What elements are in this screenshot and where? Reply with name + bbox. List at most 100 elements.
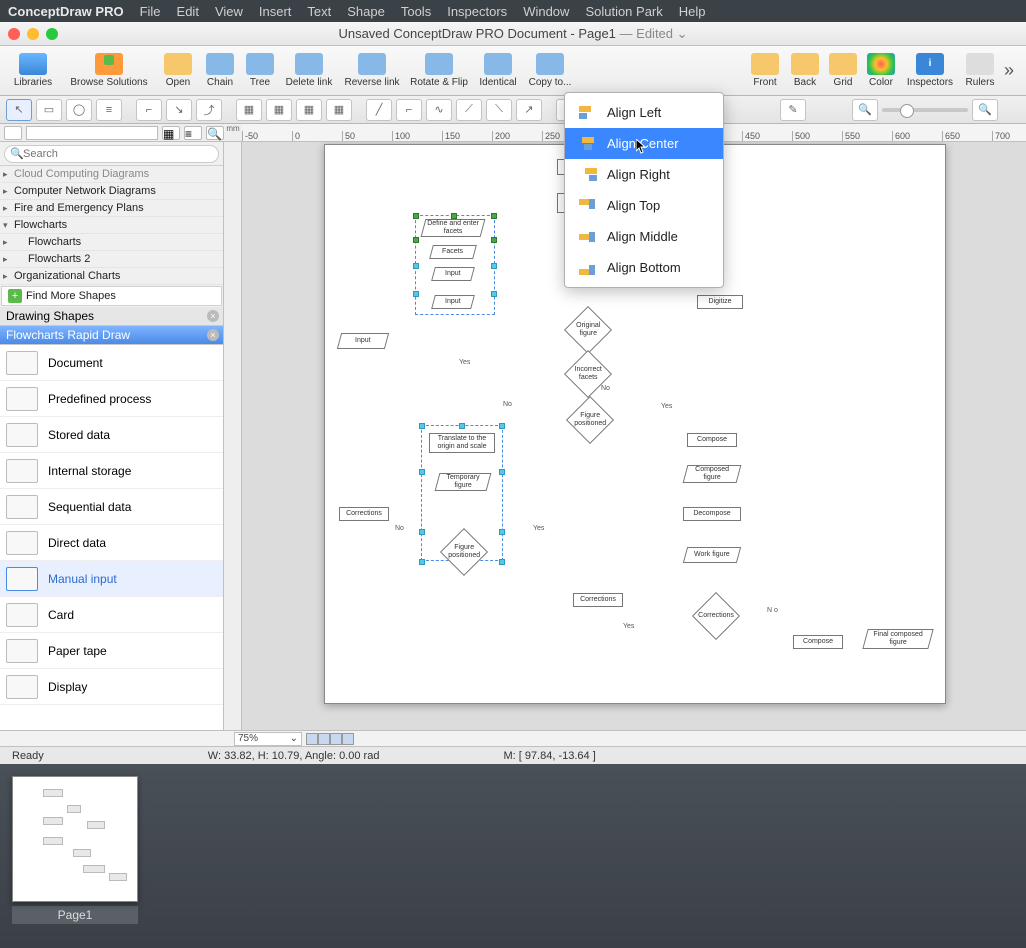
line-4-tool[interactable]: ⟋ xyxy=(456,99,482,121)
delete-link-button[interactable]: Delete link xyxy=(280,47,338,95)
node-input-top[interactable]: Input xyxy=(431,267,475,281)
group-3-tool[interactable]: ▦ xyxy=(296,99,322,121)
section-flowcharts-rapid[interactable]: Flowcharts Rapid Draw × xyxy=(0,326,223,345)
selection-handle[interactable] xyxy=(419,469,425,475)
line-5-tool[interactable]: ⟍ xyxy=(486,99,512,121)
group-2-tool[interactable]: ▦ xyxy=(266,99,292,121)
node-corrections-left[interactable]: Corrections xyxy=(339,507,389,521)
tree-item-org[interactable]: Organizational Charts xyxy=(0,268,223,285)
node-compose-2[interactable]: Compose xyxy=(793,635,843,649)
node-input-left[interactable]: Input xyxy=(337,333,389,349)
reverse-link-button[interactable]: Reverse link xyxy=(340,47,404,95)
tree-item-fire[interactable]: Fire and Emergency Plans xyxy=(0,200,223,217)
selection-handle[interactable] xyxy=(491,237,497,243)
rulers-button[interactable]: Rulers xyxy=(960,47,1000,95)
shape-paper-tape[interactable]: Paper tape xyxy=(0,633,223,669)
line-3-tool[interactable]: ∿ xyxy=(426,99,452,121)
sidebar-search-mini[interactable] xyxy=(26,126,158,140)
selection-handle[interactable] xyxy=(499,559,505,565)
node-figure-positioned[interactable]: Figure positioned xyxy=(566,396,614,444)
libraries-button[interactable]: Libraries xyxy=(6,47,60,95)
selection-handle[interactable] xyxy=(413,263,419,269)
shape-manual-input[interactable]: Manual input xyxy=(0,561,223,597)
shape-predefined-process[interactable]: Predefined process xyxy=(0,381,223,417)
search-input[interactable] xyxy=(4,145,219,163)
menu-inspectors[interactable]: Inspectors xyxy=(447,4,507,19)
inspectors-button[interactable]: iInspectors xyxy=(902,47,958,95)
sidebar-view-grid[interactable]: ▦ xyxy=(162,126,180,140)
node-composed-figure[interactable]: Composed figure xyxy=(683,465,742,483)
tree-item-network[interactable]: Computer Network Diagrams xyxy=(0,183,223,200)
page-nav-first[interactable] xyxy=(306,733,318,745)
connector-2-tool[interactable]: ↘ xyxy=(166,99,192,121)
connector-3-tool[interactable]: ⤴ xyxy=(196,99,222,121)
close-window-button[interactable] xyxy=(8,28,20,40)
selection-handle[interactable] xyxy=(413,213,419,219)
align-left-item[interactable]: Align Left xyxy=(565,97,723,128)
selection-handle[interactable] xyxy=(459,423,465,429)
shape-display[interactable]: Display xyxy=(0,669,223,705)
shape-internal-storage[interactable]: Internal storage xyxy=(0,453,223,489)
selection-handle[interactable] xyxy=(499,469,505,475)
menu-edit[interactable]: Edit xyxy=(177,4,199,19)
shape-stored-data[interactable]: Stored data xyxy=(0,417,223,453)
line-6-tool[interactable]: ↗ xyxy=(516,99,542,121)
node-original-figure[interactable]: Original figure xyxy=(564,306,612,354)
sidebar-toggle-1[interactable] xyxy=(4,126,22,140)
minimize-window-button[interactable] xyxy=(27,28,39,40)
menu-solution-park[interactable]: Solution Park xyxy=(585,4,662,19)
group-1-tool[interactable]: ▦ xyxy=(236,99,262,121)
selection-handle[interactable] xyxy=(419,559,425,565)
node-corrections-diamond[interactable]: Corrections xyxy=(692,592,740,640)
selection-handle[interactable] xyxy=(451,213,457,219)
selection-handle[interactable] xyxy=(413,237,419,243)
node-digitize[interactable]: Digitize xyxy=(697,295,743,309)
selection-handle[interactable] xyxy=(419,423,425,429)
pointer-tool[interactable]: ↖ xyxy=(6,99,32,121)
selection-handle[interactable] xyxy=(491,291,497,297)
grid-button[interactable]: Grid xyxy=(826,47,860,95)
page-nav-last[interactable] xyxy=(342,733,354,745)
line-1-tool[interactable]: ╱ xyxy=(366,99,392,121)
zoom-out-button[interactable]: 🔍 xyxy=(852,99,878,121)
menu-insert[interactable]: Insert xyxy=(259,4,292,19)
shape-document[interactable]: Document xyxy=(0,345,223,381)
selection-handle[interactable] xyxy=(499,529,505,535)
selection-handle[interactable] xyxy=(491,213,497,219)
align-top-item[interactable]: Align Top xyxy=(565,190,723,221)
node-translate[interactable]: Translate to the origin and scale xyxy=(429,433,495,453)
group-4-tool[interactable]: ▦ xyxy=(326,99,352,121)
back-button[interactable]: Back xyxy=(786,47,824,95)
selection-handle[interactable] xyxy=(419,529,425,535)
color-button[interactable]: Color xyxy=(862,47,900,95)
ellipse-tool[interactable]: ◯ xyxy=(66,99,92,121)
selection-handle[interactable] xyxy=(499,423,505,429)
node-decompose[interactable]: Decompose xyxy=(683,507,741,521)
line-2-tool[interactable]: ⌐ xyxy=(396,99,422,121)
open-button[interactable]: Open xyxy=(158,47,198,95)
page-nav-next[interactable] xyxy=(330,733,342,745)
selection-handle[interactable] xyxy=(491,263,497,269)
node-corrections-mid[interactable]: Corrections xyxy=(573,593,623,607)
chain-button[interactable]: Chain xyxy=(200,47,240,95)
node-temp-figure[interactable]: Temporary figure xyxy=(435,473,492,491)
tree-button[interactable]: Tree xyxy=(242,47,278,95)
page-nav-prev[interactable] xyxy=(318,733,330,745)
connector-1-tool[interactable]: ⌐ xyxy=(136,99,162,121)
align-right-item[interactable]: Align Right xyxy=(565,159,723,190)
zoom-window-button[interactable] xyxy=(46,28,58,40)
selection-handle[interactable] xyxy=(413,291,419,297)
node-compose[interactable]: Compose xyxy=(687,433,737,447)
node-work-figure[interactable]: Work figure xyxy=(683,547,741,563)
menu-tools[interactable]: Tools xyxy=(401,4,431,19)
menu-help[interactable]: Help xyxy=(679,4,706,19)
menu-view[interactable]: View xyxy=(215,4,243,19)
zoom-slider[interactable] xyxy=(882,108,968,112)
rect-tool[interactable]: ▭ xyxy=(36,99,62,121)
page-thumbnail[interactable]: Page1 xyxy=(12,776,138,924)
toolbar-overflow[interactable]: » xyxy=(1004,60,1020,81)
align-bottom-item[interactable]: Align Bottom xyxy=(565,252,723,283)
sidebar-view-list[interactable]: ≡ xyxy=(184,126,202,140)
shape-sequential-data[interactable]: Sequential data xyxy=(0,489,223,525)
node-facets[interactable]: Facets xyxy=(429,245,477,259)
